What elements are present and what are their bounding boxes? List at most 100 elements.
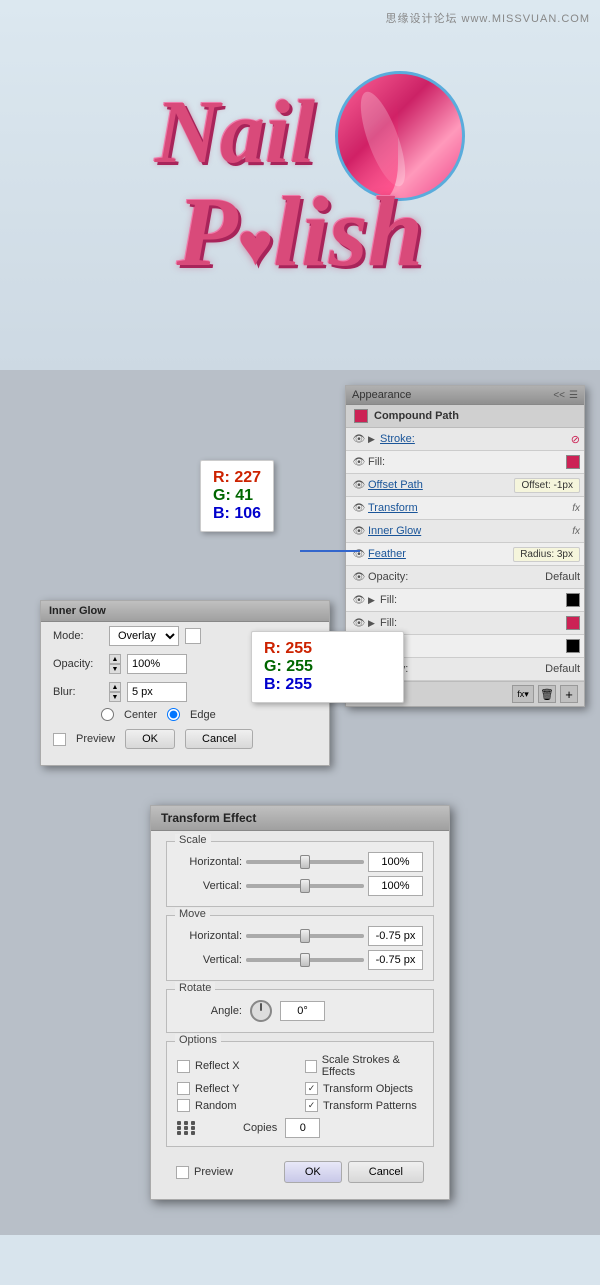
move-v-slider[interactable] xyxy=(246,958,364,962)
copies-icon xyxy=(177,1121,197,1135)
transform-label[interactable]: Transform xyxy=(368,502,572,514)
top-section: 思缘设计论坛 www.MISSVUAN.COM Nail P♥lish xyxy=(0,0,600,370)
ap-add-btn[interactable]: + xyxy=(560,685,578,703)
d2 xyxy=(184,1121,188,1125)
eye-icon-opacity1[interactable]: 👁 xyxy=(350,568,368,586)
fill-swatch-black2[interactable] xyxy=(566,639,580,653)
ig-mode-select[interactable]: Overlay xyxy=(109,626,179,646)
random-label: Random xyxy=(195,1100,237,1112)
ap-row-inner-glow: 👁 Inner Glow fx xyxy=(346,520,584,543)
opacity-up-btn[interactable]: ▲ xyxy=(109,654,121,664)
connector-line xyxy=(300,550,360,552)
eye-icon-feather[interactable]: 👁 xyxy=(350,545,368,563)
transform-dialog: Transform Effect Scale Horizontal: Verti… xyxy=(150,805,450,1200)
move-h-label: Horizontal: xyxy=(177,930,242,942)
preview-checkbox[interactable] xyxy=(176,1166,189,1179)
opacity-down-btn[interactable]: ▼ xyxy=(109,664,121,674)
stroke-label[interactable]: Stroke: xyxy=(380,433,571,445)
fill-swatch-pink[interactable] xyxy=(566,616,580,630)
feather-label[interactable]: Feather xyxy=(368,548,513,560)
eye-icon-inner-glow[interactable]: 👁 xyxy=(350,522,368,540)
reflect-y-checkbox[interactable] xyxy=(177,1082,190,1095)
arrow-stroke[interactable]: ▶ xyxy=(368,434,380,445)
scale-section: Scale Horizontal: Vertical: xyxy=(166,841,434,907)
ig-opacity-input[interactable]: 100% xyxy=(127,654,187,674)
fill-swatch-1[interactable] xyxy=(566,455,580,469)
arrow-fill-black[interactable]: ▶ xyxy=(368,595,380,606)
nail-top-row: Nail xyxy=(155,81,445,184)
panel-icons: << ☰ xyxy=(553,390,578,401)
ig-preview-checkbox[interactable] xyxy=(53,733,66,746)
reflect-x-label: Reflect X xyxy=(195,1060,240,1072)
ig-ok-button[interactable]: OK xyxy=(125,729,175,749)
angle-dial[interactable] xyxy=(250,1000,272,1022)
eye-icon-fill-pink[interactable]: 👁 xyxy=(350,614,368,632)
eye-icon-transform[interactable]: 👁 xyxy=(350,499,368,517)
eye-icon-offset[interactable]: 👁 xyxy=(350,476,368,494)
move-h-slider[interactable] xyxy=(246,934,364,938)
move-h-row: Horizontal: xyxy=(177,926,423,946)
ig-blur-spinner[interactable]: ▲ ▼ xyxy=(109,682,121,702)
transform-objects-row: Transform Objects xyxy=(305,1082,423,1095)
ig-opacity-label: Opacity: xyxy=(53,658,103,670)
random-checkbox[interactable] xyxy=(177,1099,190,1112)
d5 xyxy=(184,1126,188,1130)
preview-row: Preview xyxy=(176,1166,233,1179)
move-v-thumb[interactable] xyxy=(300,953,310,967)
ig-edge-radio[interactable] xyxy=(167,708,180,721)
eye-icon-fill1[interactable]: 👁 xyxy=(350,453,368,471)
eye-icon-fill-black[interactable]: 👁 xyxy=(350,591,368,609)
scale-v-thumb[interactable] xyxy=(300,879,310,893)
ig-center-radio[interactable] xyxy=(101,708,114,721)
move-v-input[interactable] xyxy=(368,950,423,970)
inner-glow-fx: fx xyxy=(572,526,580,537)
scale-v-input[interactable] xyxy=(368,876,423,896)
blur-up-btn[interactable]: ▲ xyxy=(109,682,121,692)
transform-objects-checkbox[interactable] xyxy=(305,1082,318,1095)
panel-titlebar: Appearance << ☰ xyxy=(346,386,584,405)
move-section: Move Horizontal: Vertical: xyxy=(166,915,434,981)
ap-row-feather: 👁 Feather Radius: 3px xyxy=(346,543,584,566)
ap-row-fill-1: 👁 Fill: xyxy=(346,451,584,474)
scale-h-thumb[interactable] xyxy=(300,855,310,869)
scale-h-input[interactable] xyxy=(368,852,423,872)
stroke-slash: ⊘ xyxy=(571,433,580,446)
scale-v-slider[interactable] xyxy=(246,884,364,888)
blur-down-btn[interactable]: ▼ xyxy=(109,692,121,702)
angle-input[interactable] xyxy=(280,1001,325,1021)
reflect-x-checkbox[interactable] xyxy=(177,1060,190,1073)
ig-opacity-spinner[interactable]: ▲ ▼ xyxy=(109,654,121,674)
ig-blur-input[interactable]: 5 px xyxy=(127,682,187,702)
ig-center-label: Center xyxy=(124,709,157,721)
collapse-icon[interactable]: << xyxy=(553,390,565,401)
move-h-thumb[interactable] xyxy=(300,929,310,943)
fx-btn[interactable]: fx▾ xyxy=(512,685,534,703)
move-v-row: Vertical: xyxy=(177,950,423,970)
transform-patterns-checkbox[interactable] xyxy=(305,1099,318,1112)
polish-row: P♥lish xyxy=(177,184,424,289)
ig-cancel-button[interactable]: Cancel xyxy=(185,729,253,749)
tf-ok-button[interactable]: OK xyxy=(284,1161,342,1183)
transform-patterns-row: Transform Patterns xyxy=(305,1099,423,1112)
menu-icon[interactable]: ☰ xyxy=(569,390,578,401)
fill-pink-label: Fill: xyxy=(380,617,566,629)
move-h-input[interactable] xyxy=(368,926,423,946)
scale-h-slider[interactable] xyxy=(246,860,364,864)
copies-input[interactable] xyxy=(285,1118,320,1138)
arrow-fill-pink[interactable]: ▶ xyxy=(368,618,380,629)
options-title: Options xyxy=(175,1034,221,1046)
inner-glow-label[interactable]: Inner Glow xyxy=(368,525,572,537)
ig-color-swatch[interactable] xyxy=(185,628,201,644)
scale-h-row: Horizontal: xyxy=(177,852,423,872)
offset-path-label[interactable]: Offset Path xyxy=(368,479,514,491)
color-b-1: B: 106 xyxy=(213,505,261,523)
ap-trash-btn[interactable]: 🗑 xyxy=(538,685,556,703)
options-grid: Reflect X Scale Strokes & Effects Reflec… xyxy=(177,1054,423,1112)
nail-polish-artwork: Nail P♥lish xyxy=(155,81,445,289)
eye-icon-stroke[interactable]: 👁 xyxy=(350,430,368,448)
fill-swatch-black[interactable] xyxy=(566,593,580,607)
tf-cancel-button[interactable]: Cancel xyxy=(348,1161,424,1183)
d6 xyxy=(191,1126,195,1130)
inner-glow-title: Inner Glow xyxy=(41,601,329,622)
scale-strokes-checkbox[interactable] xyxy=(305,1060,317,1073)
